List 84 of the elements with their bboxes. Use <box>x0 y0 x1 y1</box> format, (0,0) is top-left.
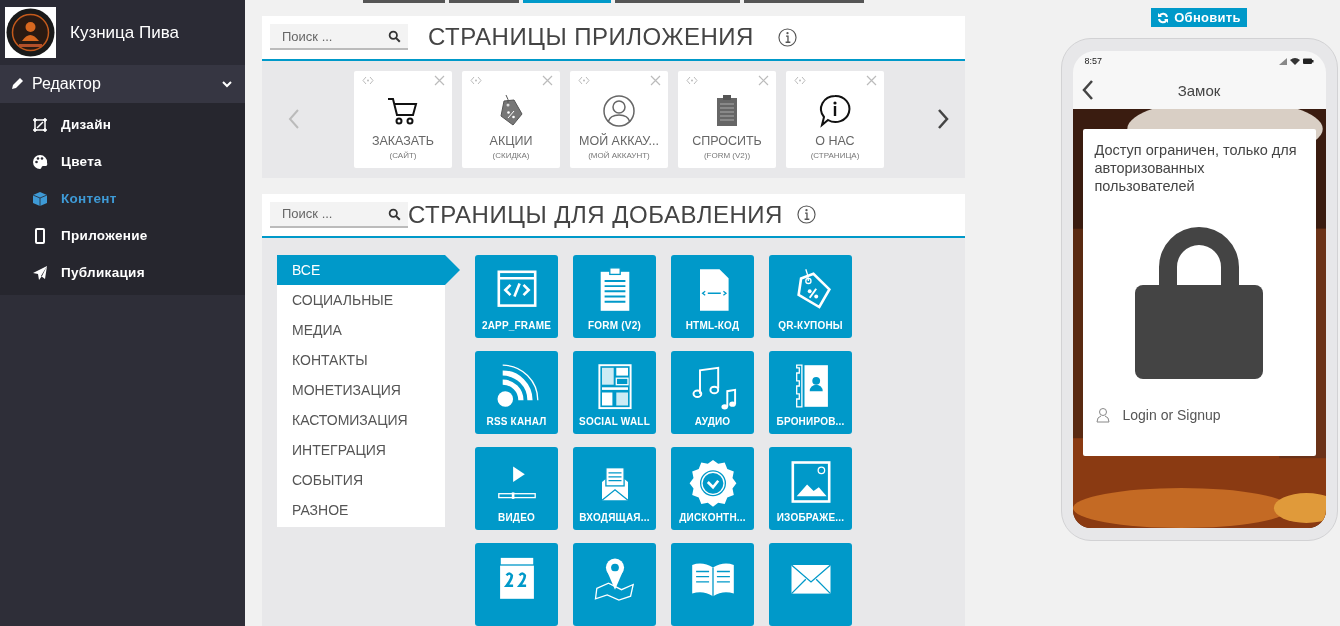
page-type-tile[interactable] <box>769 543 852 626</box>
page-type-tile[interactable]: RSS КАНАЛ <box>475 351 558 434</box>
category-item[interactable]: СОБЫТИЯ <box>277 465 445 495</box>
status-time: 8:57 <box>1084 56 1103 66</box>
card-subtitle: (СТРАНИЦА) <box>810 150 860 160</box>
page-card[interactable]: О НАС (СТРАНИЦА) <box>786 70 884 168</box>
code-icon[interactable] <box>578 75 590 85</box>
close-icon[interactable] <box>866 74 877 86</box>
close-icon[interactable] <box>434 74 445 86</box>
vector-square-icon <box>32 116 48 133</box>
search-icon[interactable] <box>388 207 401 221</box>
page-type-tile[interactable]: 2APP_FRAME <box>475 255 558 338</box>
code-icon[interactable] <box>794 75 806 85</box>
page-type-tile[interactable]: БРОНИРОВ... <box>769 351 852 434</box>
section-title: СТРАНИЦЫ ПРИЛОЖЕНИЯ <box>428 23 754 52</box>
info-icon[interactable] <box>777 27 797 47</box>
editor-menu[interactable]: Редактор <box>0 65 245 103</box>
card-title: О НАС <box>815 133 855 148</box>
pencil-icon <box>10 77 24 91</box>
category-item[interactable]: МЕДИА <box>277 315 445 345</box>
category-item[interactable]: ВСЕ <box>277 255 460 285</box>
card-subtitle: (МОЙ АККАУНТ) <box>588 150 650 160</box>
page-type-tile[interactable]: АУДИО <box>671 351 754 434</box>
category-item[interactable]: КАСТОМИЗАЦИЯ <box>277 405 445 435</box>
category-item[interactable]: ИНТЕГРАЦИЯ <box>277 435 445 465</box>
category-item[interactable]: КОНТАКТЫ <box>277 345 445 375</box>
section-title: СТРАНИЦЫ ДЛЯ ДОБАВЛЕНИЯ <box>408 200 783 229</box>
info-icon[interactable] <box>796 205 816 225</box>
page-type-tile[interactable] <box>573 543 656 626</box>
sidebar-item[interactable]: Приложение <box>0 217 245 254</box>
card-subtitle: (САЙТ) <box>389 150 417 160</box>
status-icons <box>1277 57 1314 65</box>
card-title: СПРОСИТЬ <box>692 133 762 148</box>
tab[interactable] <box>449 0 519 3</box>
tab[interactable] <box>363 0 445 3</box>
sidebar-item[interactable]: Цвета <box>0 143 245 180</box>
close-icon[interactable] <box>650 74 661 86</box>
category-item[interactable]: СОЦИАЛЬНЫЕ <box>277 285 445 315</box>
brand-name: Кузница Пива <box>70 22 179 43</box>
tab[interactable] <box>744 0 864 3</box>
page-card[interactable]: МОЙ АККАУ... (МОЙ АККАУНТ) <box>570 70 668 168</box>
page-type-tile[interactable]: ДИСКОНТН... <box>671 447 754 530</box>
close-icon[interactable] <box>542 74 553 86</box>
card-title: МОЙ АККАУ... <box>579 133 659 148</box>
code-icon[interactable] <box>686 75 698 85</box>
sidebar-item[interactable]: Контент <box>0 180 245 217</box>
card-subtitle: (FORM (V2)) <box>703 150 751 160</box>
category-item[interactable]: МОНЕТИЗАЦИЯ <box>277 375 445 405</box>
page-type-tile[interactable] <box>671 543 754 626</box>
refresh-button[interactable]: Обновить <box>1151 8 1247 27</box>
user-icon <box>1094 407 1111 423</box>
page-card[interactable]: АКЦИИ (СКИДКА) <box>462 70 560 168</box>
sidebar-item[interactable]: Дизайн <box>0 106 245 143</box>
search-field[interactable]: Поиск ... <box>270 24 408 51</box>
close-icon[interactable] <box>758 74 769 86</box>
screen-title: Замок <box>1177 81 1221 99</box>
login-link[interactable]: Login or Signup <box>1122 407 1221 423</box>
phone-outline-icon <box>32 227 48 244</box>
tab[interactable] <box>615 0 740 3</box>
page-type-tile[interactable] <box>475 543 558 626</box>
category-item[interactable]: РАЗНОЕ <box>277 495 445 525</box>
page-type-tile[interactable]: QR-КУПОНЫ <box>769 255 852 338</box>
card-subtitle: (СКИДКА) <box>492 150 530 160</box>
sidebar-item[interactable]: Публикация <box>0 254 245 291</box>
search-field[interactable]: Поиск ... <box>270 201 408 228</box>
code-icon[interactable] <box>470 75 482 85</box>
tab[interactable] <box>523 0 611 3</box>
cube-icon <box>32 190 48 207</box>
code-icon[interactable] <box>362 75 374 85</box>
page-type-tile[interactable]: FORM (V2) <box>573 255 656 338</box>
paper-plane-icon <box>32 264 48 281</box>
access-message: Доступ ограничен, только для авторизованных пользователей <box>1094 141 1298 195</box>
refresh-icon <box>1157 11 1170 24</box>
page-type-tile[interactable]: ВИДЕО <box>475 447 558 530</box>
card-title: АКЦИИ <box>489 133 533 148</box>
page-type-tile[interactable]: ИЗОБРАЖЕ... <box>769 447 852 530</box>
palette-icon <box>32 153 48 170</box>
page-type-tile[interactable]: SOCIAL WALL <box>573 351 656 434</box>
page-card[interactable]: СПРОСИТЬ (FORM (V2)) <box>678 70 776 168</box>
page-card[interactable]: ЗАКАЗАТЬ (САЙТ) <box>354 70 452 168</box>
card-title: ЗАКАЗАТЬ <box>371 133 435 148</box>
page-type-tile[interactable]: HTML-КОД <box>671 255 754 338</box>
search-icon[interactable] <box>388 30 401 44</box>
page-type-tile[interactable]: ВХОДЯЩАЯ... <box>573 447 656 530</box>
